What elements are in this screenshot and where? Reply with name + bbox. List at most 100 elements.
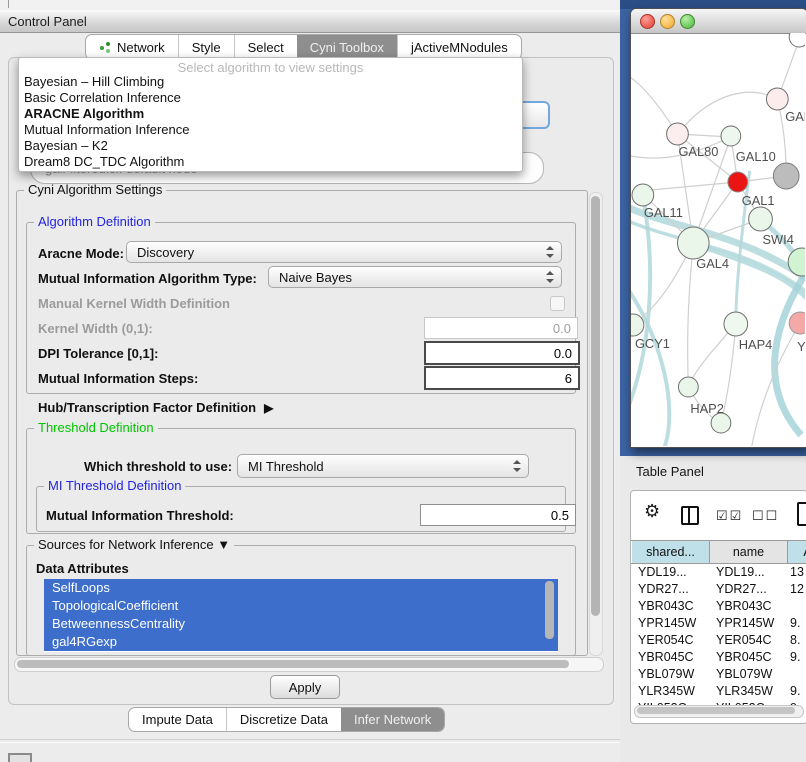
cyni-algorithm-settings-title: Cyni Algorithm Settings — [24, 182, 166, 197]
tab[interactable]: Infer Network — [341, 708, 444, 731]
network-node[interactable] — [678, 377, 698, 397]
network-node[interactable] — [721, 126, 741, 146]
menu-item[interactable]: Mutual Information Inference — [19, 122, 522, 138]
network-node[interactable] — [749, 207, 773, 231]
network-node-label: GAL11 — [644, 205, 683, 220]
tab[interactable]: Discretize Data — [226, 708, 341, 731]
cell-name: YDL19... — [716, 565, 765, 579]
tab[interactable]: Style — [178, 35, 234, 59]
gear-icon[interactable]: ⚙ — [644, 501, 660, 522]
minimize-window-icon[interactable] — [660, 14, 675, 29]
tab-label: Cyni Toolbox — [310, 40, 384, 55]
table-row[interactable]: YDL19... YDL19... 13 — [632, 564, 804, 581]
tab[interactable]: jActiveMNodules — [397, 35, 521, 59]
aracne-mode-value: Discovery — [137, 245, 194, 260]
table-horizontal-scrollbar-thumb[interactable] — [637, 707, 795, 714]
kernel-width-input[interactable]: 0.0 — [424, 317, 578, 339]
cell-name: YBR045C — [716, 650, 772, 664]
network-node[interactable] — [789, 33, 805, 47]
tab[interactable]: Select — [234, 35, 297, 59]
mi-threshold-input[interactable]: 0.5 — [420, 504, 576, 526]
tab[interactable]: Cyni Toolbox — [297, 35, 397, 59]
export-table-icon[interactable] — [797, 502, 806, 526]
settings-horizontal-scrollbar-thumb[interactable] — [17, 660, 569, 668]
menu-item[interactable]: ARACNE Algorithm — [19, 106, 522, 122]
menu-item[interactable]: Bayesian – Hill Climbing — [19, 74, 522, 90]
aracne-mode-combo[interactable]: Discovery — [126, 241, 562, 263]
network-edge[interactable] — [640, 182, 738, 191]
network-node[interactable] — [724, 312, 748, 336]
menu-item[interactable]: Basic Correlation Inference — [19, 90, 522, 106]
table-row[interactable]: YLR345W YLR345W 9. — [632, 683, 804, 700]
table-row[interactable]: YDR27... YDR27... 12 — [632, 581, 804, 598]
top-strip — [0, 0, 620, 10]
control-panel-title: Control Panel — [8, 14, 87, 29]
apply-button[interactable]: Apply — [270, 675, 340, 699]
corner-grip-button[interactable] — [8, 753, 32, 762]
network-node[interactable] — [677, 227, 709, 259]
which-threshold-value: MI Threshold — [248, 459, 324, 474]
network-node-label: GAL10 — [736, 149, 776, 164]
menu-item[interactable]: Dream8 DC_TDC Algorithm — [19, 154, 522, 170]
manual-kernel-checkbox[interactable] — [550, 296, 565, 311]
network-canvas[interactable]: GALGAL80GAL10GAL1GAL11SWI4GAL4GCY1HAP4YH… — [631, 33, 805, 446]
mi-steps-input[interactable]: 6 — [424, 366, 580, 390]
list-item[interactable]: BetweennessCentrality — [44, 615, 558, 633]
table-row[interactable]: YBL079W YBL079W — [632, 666, 804, 683]
network-window-titlebar[interactable] — [631, 9, 806, 34]
zoom-window-icon[interactable] — [680, 14, 695, 29]
threshold-definition-title: Threshold Definition — [34, 420, 158, 435]
cell-name: YLR345W — [716, 684, 773, 698]
table-row[interactable]: YBR043C YBR043C — [632, 598, 804, 615]
table-column-header[interactable]: A — [788, 541, 806, 563]
network-view-window: GALGAL80GAL10GAL1GAL11SWI4GAL4GCY1HAP4YH… — [630, 8, 806, 448]
tab-label: Infer Network — [354, 712, 431, 727]
table-row[interactable]: YPR145W YPR145W 9. — [632, 615, 804, 632]
network-node[interactable] — [632, 184, 654, 206]
which-threshold-combo[interactable]: MI Threshold — [237, 454, 529, 478]
network-node-label: GCY1 — [635, 336, 670, 351]
expand-icon[interactable]: ▶ — [264, 401, 273, 415]
cell-name: YBR043C — [716, 599, 772, 613]
tab[interactable]: Impute Data — [129, 708, 226, 731]
network-edge[interactable] — [693, 243, 805, 305]
hub-definition-label: Hub/Transcription Factor Definition — [38, 400, 256, 415]
collapse-icon[interactable]: ▼ — [217, 537, 230, 552]
table-row[interactable]: YBR045C YBR045C 9. — [632, 649, 804, 666]
list-item[interactable]: TopologicalCoefficient — [44, 597, 558, 615]
list-item[interactable]: SelfLoops — [44, 579, 558, 597]
network-node[interactable] — [766, 88, 788, 110]
network-node-label: SWI4 — [762, 232, 793, 247]
cell-name: YBL079W — [716, 667, 772, 681]
aracne-mode-label: Aracne Mode: — [38, 246, 124, 261]
network-node[interactable] — [667, 123, 689, 145]
list-scrollbar-thumb[interactable] — [545, 581, 554, 639]
settings-vertical-scrollbar-thumb[interactable] — [591, 196, 600, 616]
close-window-icon[interactable] — [640, 14, 655, 29]
clear-all-checkboxes-icon[interactable]: ☐☐ — [752, 508, 779, 524]
table-column-header[interactable]: shared... — [632, 541, 710, 563]
table-column-header[interactable]: name — [710, 541, 788, 563]
cell-name: YPR145W — [716, 616, 774, 630]
network-node[interactable] — [773, 163, 799, 189]
network-node[interactable] — [789, 312, 805, 334]
table-row[interactable]: YER054C YER054C 8. — [632, 632, 804, 649]
menu-item-label: Basic Correlation Inference — [24, 90, 181, 105]
mi-type-combo[interactable]: Naive Bayes — [268, 266, 562, 288]
cell-value: 9. — [790, 616, 800, 630]
screen: Control Panel × galFiltered.sif default … — [0, 0, 806, 762]
combo-arrows-icon — [546, 246, 554, 258]
list-item[interactable]: gal4RGexp — [44, 633, 558, 651]
kernel-width-value: 0.0 — [553, 321, 571, 336]
network-node[interactable] — [728, 172, 748, 192]
select-all-checkboxes-icon[interactable]: ☑☑ — [716, 508, 743, 524]
columns-icon[interactable] — [681, 506, 699, 525]
tab[interactable]: Network — [86, 35, 178, 59]
network-edge[interactable] — [688, 243, 694, 387]
menu-item[interactable]: Bayesian – K2 — [19, 138, 522, 154]
cell-value: 9. — [790, 684, 800, 698]
dpi-tolerance-input[interactable]: 0.0 — [424, 341, 580, 365]
network-edge[interactable] — [631, 195, 650, 415]
hub-definition-expander[interactable]: Hub/Transcription Factor Definition ▶ — [38, 400, 273, 415]
cell-value: 9. — [790, 650, 800, 664]
